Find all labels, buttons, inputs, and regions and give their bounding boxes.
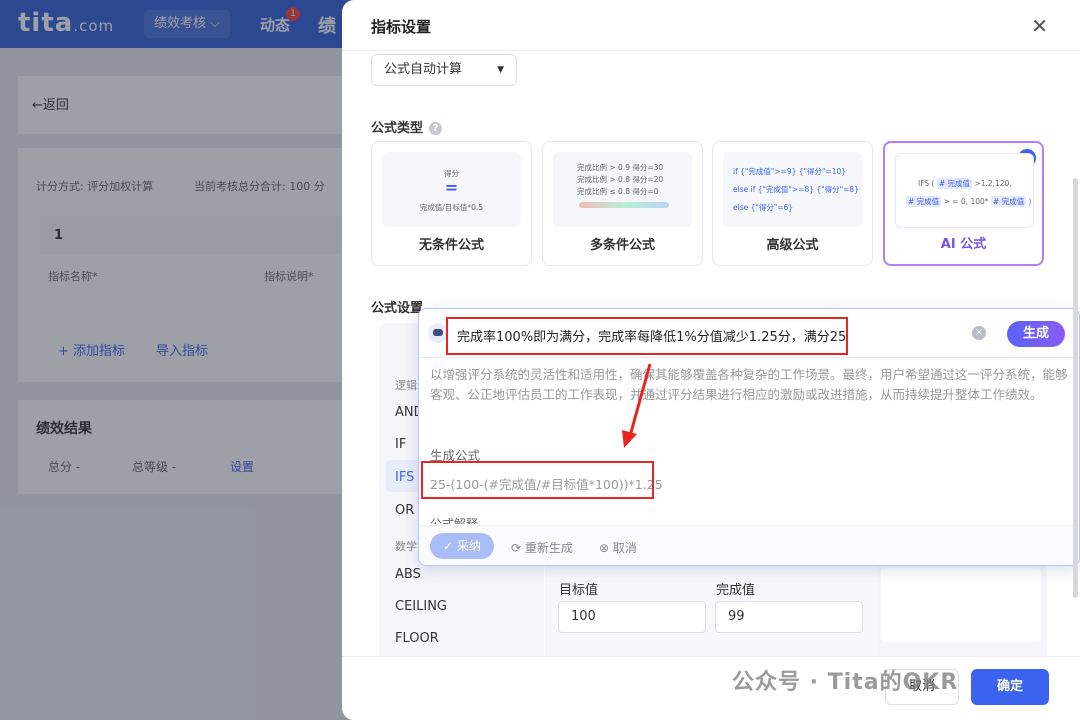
scrollbar[interactable]	[1073, 178, 1078, 598]
watermark-text: 公众号 · Tita的OKR	[732, 670, 959, 695]
annotation-arrow	[622, 363, 652, 448]
